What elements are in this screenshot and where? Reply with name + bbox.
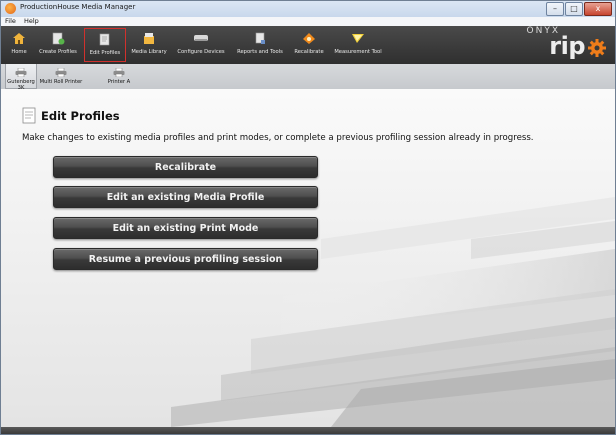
printer-tab-label: Printer A: [107, 79, 131, 85]
home-icon: [13, 33, 25, 44]
gear-logo-icon: [588, 39, 606, 57]
edit-print-mode-button[interactable]: Edit an existing Print Mode: [53, 217, 318, 239]
recalibrate-icon: [303, 33, 315, 44]
app-logo-icon: [5, 3, 16, 14]
toolbar-measurement-tool-label: Measurement Tool: [334, 49, 382, 55]
printer-bar: Gutenberg 3K Multi Roll Printer Printer …: [1, 64, 615, 91]
printer-tab-multi-roll[interactable]: Multi Roll Printer: [39, 64, 83, 89]
printer-tab-gutenberg-3k[interactable]: Gutenberg 3K: [5, 64, 37, 91]
printer-icon: [55, 68, 67, 77]
toolbar-create-profiles-button[interactable]: Create Profiles: [37, 28, 79, 62]
create-profile-icon: [52, 32, 65, 45]
printer-icon: [15, 68, 27, 77]
toolbar-reports-tools-button[interactable]: Reports and Tools: [234, 28, 286, 62]
toolbar-home-button[interactable]: Home: [7, 28, 31, 62]
menu-help[interactable]: Help: [22, 17, 41, 26]
measurement-icon: [352, 34, 364, 43]
window-controls: – □ x: [546, 2, 612, 16]
toolbar-reports-tools-label: Reports and Tools: [237, 49, 283, 55]
edit-profile-icon: [99, 33, 110, 46]
status-bar: [1, 427, 615, 434]
toolbar-home-label: Home: [11, 49, 27, 55]
close-button[interactable]: x: [584, 2, 612, 16]
minimize-button[interactable]: –: [546, 2, 564, 16]
toolbar-edit-profiles-label: Edit Profiles: [89, 50, 121, 56]
window-title: ProductionHouse Media Manager: [20, 3, 136, 11]
toolbar-recalibrate-button[interactable]: Recalibrate: [292, 28, 326, 62]
printer-icon: [113, 68, 125, 77]
page-heading: Edit Profiles: [21, 107, 120, 125]
printer-tab-label: Multi Roll Printer: [39, 79, 83, 85]
page-title: Edit Profiles: [41, 109, 120, 123]
menu-bar: File Help: [1, 17, 615, 26]
toolbar-create-profiles-label: Create Profiles: [39, 49, 77, 55]
toolbar-configure-devices-label: Configure Devices: [177, 49, 225, 55]
maximize-button[interactable]: □: [565, 2, 583, 16]
toolbar-measurement-tool-button[interactable]: Measurement Tool: [332, 28, 384, 62]
edit-media-profile-button[interactable]: Edit an existing Media Profile: [53, 186, 318, 208]
main-toolbar: Home Create Profiles Edit Profiles Media…: [1, 26, 615, 64]
menu-file[interactable]: File: [3, 17, 18, 26]
media-library-icon: [144, 33, 154, 44]
page-description: Make changes to existing media profiles …: [22, 133, 534, 143]
toolbar-media-library-button[interactable]: Media Library: [129, 28, 169, 62]
printer-device-icon: [194, 35, 208, 41]
app-window: ProductionHouse Media Manager – □ x File…: [0, 0, 616, 435]
toolbar-media-library-label: Media Library: [131, 49, 167, 55]
toolbar-configure-devices-button[interactable]: Configure Devices: [175, 28, 227, 62]
title-bar: ProductionHouse Media Manager – □ x: [1, 1, 615, 17]
toolbar-edit-profiles-button[interactable]: Edit Profiles: [84, 28, 126, 62]
printer-tab-printer-a[interactable]: Printer A: [104, 64, 134, 89]
toolbar-recalibrate-label: Recalibrate: [294, 49, 324, 55]
content-area: Edit Profiles Make changes to existing m…: [1, 89, 615, 427]
recalibrate-button[interactable]: Recalibrate: [53, 156, 318, 178]
brand-rip-text: rip: [549, 32, 585, 60]
resume-profiling-session-button[interactable]: Resume a previous profiling session: [53, 248, 318, 270]
edit-document-icon: [22, 107, 36, 124]
reports-icon: [255, 32, 265, 44]
